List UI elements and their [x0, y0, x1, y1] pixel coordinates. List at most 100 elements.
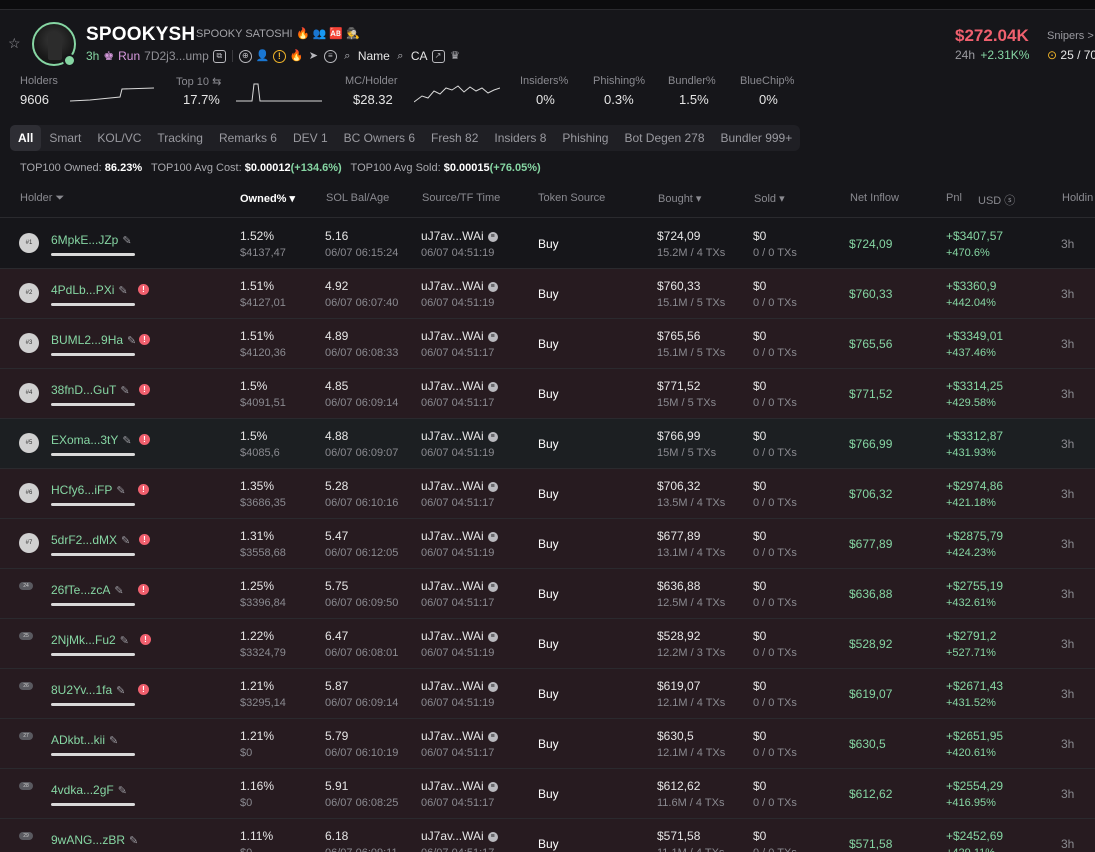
edit-pencil-icon[interactable]: ✎	[127, 334, 136, 347]
copy-icon[interactable]: ⧉	[212, 49, 226, 63]
source-address[interactable]: uJ7av...WAi ≡	[421, 379, 498, 393]
tab-fresh[interactable]: Fresh 82	[423, 125, 486, 151]
col-pnl[interactable]: Pnl	[946, 192, 962, 204]
search-ca-icon[interactable]: ⌕	[394, 50, 407, 63]
table-row[interactable]: 26 8U2Yv...1fa ✎! 1.21% $3295,14 5.87 06/07 06…	[0, 669, 1095, 719]
holder-address[interactable]: 4vdka...2gF ✎	[51, 783, 127, 797]
source-list-icon[interactable]: ≡	[487, 581, 498, 592]
source-list-icon[interactable]: ≡	[487, 281, 498, 292]
edit-pencil-icon[interactable]: ✎	[122, 434, 131, 447]
edit-pencil-icon[interactable]: ✎	[121, 534, 130, 547]
snipers-label[interactable]: Snipers >	[1047, 30, 1094, 42]
table-row[interactable]: 25 2NjMk...Fu2 ✎! 1.22% $3324,79 6.47 06/07 06…	[0, 619, 1095, 669]
edit-pencil-icon[interactable]: ✎	[118, 284, 127, 297]
tab-tracking[interactable]: Tracking	[149, 125, 211, 151]
table-row[interactable]: #5 EXoma...3tY ✎! 1.5% $4085,6 4.88 06/07 06:0…	[0, 419, 1095, 469]
website-icon[interactable]: ⊕	[238, 49, 252, 63]
tab-smart[interactable]: Smart	[41, 125, 89, 151]
alert-icon[interactable]: !	[138, 284, 149, 295]
tab-insiders[interactable]: Insiders 8	[486, 125, 554, 151]
alert-icon[interactable]: !	[138, 684, 149, 695]
col-sold[interactable]: Sold ▾	[754, 192, 785, 205]
alert-icon[interactable]: !	[138, 484, 149, 495]
dollar-icon[interactable]: ⓢ	[1004, 195, 1015, 207]
source-address[interactable]: uJ7av...WAi ≡	[421, 329, 498, 343]
col-holder[interactable]: Holder ⏷	[20, 192, 64, 205]
holder-address[interactable]: 38fnD...GuT ✎	[51, 383, 130, 397]
edit-pencil-icon[interactable]: ✎	[122, 234, 131, 247]
user-icon[interactable]: 👤	[256, 50, 270, 63]
col-source[interactable]: Source/TF Time	[422, 192, 500, 204]
table-row[interactable]: 24 26fTe...zcA ✎! 1.25% $3396,84 5.75 06/07 06…	[0, 569, 1095, 619]
edit-pencil-icon[interactable]: ✎	[114, 584, 123, 597]
col-bought[interactable]: Bought ▾	[658, 192, 701, 205]
search-ca-link[interactable]: CA	[411, 49, 428, 63]
alert-icon[interactable]: !	[140, 634, 151, 645]
holder-address[interactable]: 26fTe...zcA ✎	[51, 583, 124, 597]
source-address[interactable]: uJ7av...WAi ≡	[421, 229, 498, 243]
col-net-inflow[interactable]: Net Inflow	[850, 192, 899, 204]
col-owned[interactable]: Owned% ▾	[240, 192, 295, 205]
holder-address[interactable]: 6MpkE...JZp ✎	[51, 233, 132, 247]
table-row[interactable]: #7 5drF2...dMX ✎! 1.31% $3558,68 5.47 06/07 06…	[0, 519, 1095, 569]
edit-pencil-icon[interactable]: ✎	[109, 734, 118, 747]
source-list-icon[interactable]: ≡	[487, 331, 498, 342]
source-list-icon[interactable]: ≡	[487, 631, 498, 642]
table-row[interactable]: 29 9wANG...zBR✎ 1.11% $0 6.18 06/07 06:09:11 u…	[0, 819, 1095, 852]
source-list-icon[interactable]: ≡	[487, 531, 498, 542]
table-row[interactable]: #3 BUML2...9Ha ✎! 1.51% $4120,36 4.89 06/07 06…	[0, 319, 1095, 369]
table-row[interactable]: #6 HCfy6...iFP ✎! 1.35% $3686,35 5.28 06/07 06…	[0, 469, 1095, 519]
source-list-icon[interactable]: ≡	[487, 481, 498, 492]
tab-bc-owners[interactable]: BC Owners 6	[336, 125, 423, 151]
tab-phishing[interactable]: Phishing	[554, 125, 616, 151]
source-address[interactable]: uJ7av...WAi ≡	[421, 529, 498, 543]
holder-address[interactable]: EXoma...3tY ✎	[51, 433, 132, 447]
source-list-icon[interactable]: ≡	[487, 731, 498, 742]
source-list-icon[interactable]: ≡	[487, 231, 498, 242]
warning-icon[interactable]: !	[272, 49, 286, 63]
source-list-icon[interactable]: ≡	[487, 431, 498, 442]
source-address[interactable]: uJ7av...WAi ≡	[421, 629, 498, 643]
external-link-icon[interactable]: ↗	[431, 49, 445, 63]
crown-icon[interactable]: ♛	[449, 50, 462, 63]
alert-icon[interactable]: !	[138, 584, 149, 595]
favorite-star-icon[interactable]: ☆	[8, 36, 22, 50]
filter-icon[interactable]: ⏷	[55, 192, 64, 204]
top10-label[interactable]: Top 10 ⇆	[176, 75, 221, 88]
table-row[interactable]: #4 38fnD...GuT ✎! 1.5% $4091,51 4.85 06/07 06:…	[0, 369, 1095, 419]
holder-address[interactable]: 4PdLb...PXi ✎	[51, 283, 128, 297]
edit-pencil-icon[interactable]: ✎	[116, 684, 125, 697]
holder-address[interactable]: BUML2...9Ha ✎	[51, 333, 136, 347]
telegram-icon[interactable]: ➤	[307, 50, 320, 63]
holder-address[interactable]: ADkbt...kii ✎	[51, 733, 118, 747]
source-list-icon[interactable]: ≡	[487, 681, 498, 692]
table-row[interactable]: 27 ADkbt...kii ✎ 1.21% $0 5.79 06/07 06:10:19 u…	[0, 719, 1095, 769]
table-row[interactable]: #1 6MpkE...JZp ✎ 1.52% $4137,47 5.16 06/07 06:…	[0, 219, 1095, 269]
holder-address[interactable]: HCfy6...iFP ✎	[51, 483, 126, 497]
alert-icon[interactable]: !	[139, 534, 150, 545]
tab-all[interactable]: All	[10, 125, 42, 151]
holder-address[interactable]: 8U2Yv...1fa ✎	[51, 683, 125, 697]
source-address[interactable]: uJ7av...WAi ≡	[421, 779, 498, 793]
tab-dev[interactable]: DEV 1	[285, 125, 336, 151]
alert-icon[interactable]: !	[139, 434, 150, 445]
col-sol-bal[interactable]: SOL Bal/Age	[326, 192, 389, 204]
search-name-link[interactable]: Name	[358, 49, 390, 63]
tab-kol-vc[interactable]: KOL/VC	[89, 125, 149, 151]
table-row[interactable]: 28 4vdka...2gF ✎ 1.16% $0 5.91 06/07 06:08:25 u…	[0, 769, 1095, 819]
holder-address[interactable]: 5drF2...dMX ✎	[51, 533, 130, 547]
alert-icon[interactable]: !	[139, 334, 150, 345]
edit-pencil-icon[interactable]: ✎	[118, 784, 127, 797]
table-row[interactable]: #2 4PdLb...PXi ✎! 1.51% $4127,01 4.92 06/07 06…	[0, 269, 1095, 319]
source-address[interactable]: uJ7av...WAi ≡	[421, 729, 498, 743]
source-list-icon[interactable]: ≡	[487, 831, 498, 842]
holder-address[interactable]: 2NjMk...Fu2 ✎	[51, 633, 129, 647]
tab-remarks[interactable]: Remarks 6	[211, 125, 285, 151]
edit-pencil-icon[interactable]: ✎	[120, 384, 129, 397]
edit-pencil-icon[interactable]: ✎	[129, 834, 138, 847]
token-address[interactable]: 7D2j3...ump	[144, 49, 209, 63]
edit-pencil-icon[interactable]: ✎	[120, 634, 129, 647]
col-holding[interactable]: Holdin	[1062, 192, 1093, 204]
list-icon[interactable]: ≡	[323, 49, 337, 63]
source-list-icon[interactable]: ≡	[487, 381, 498, 392]
